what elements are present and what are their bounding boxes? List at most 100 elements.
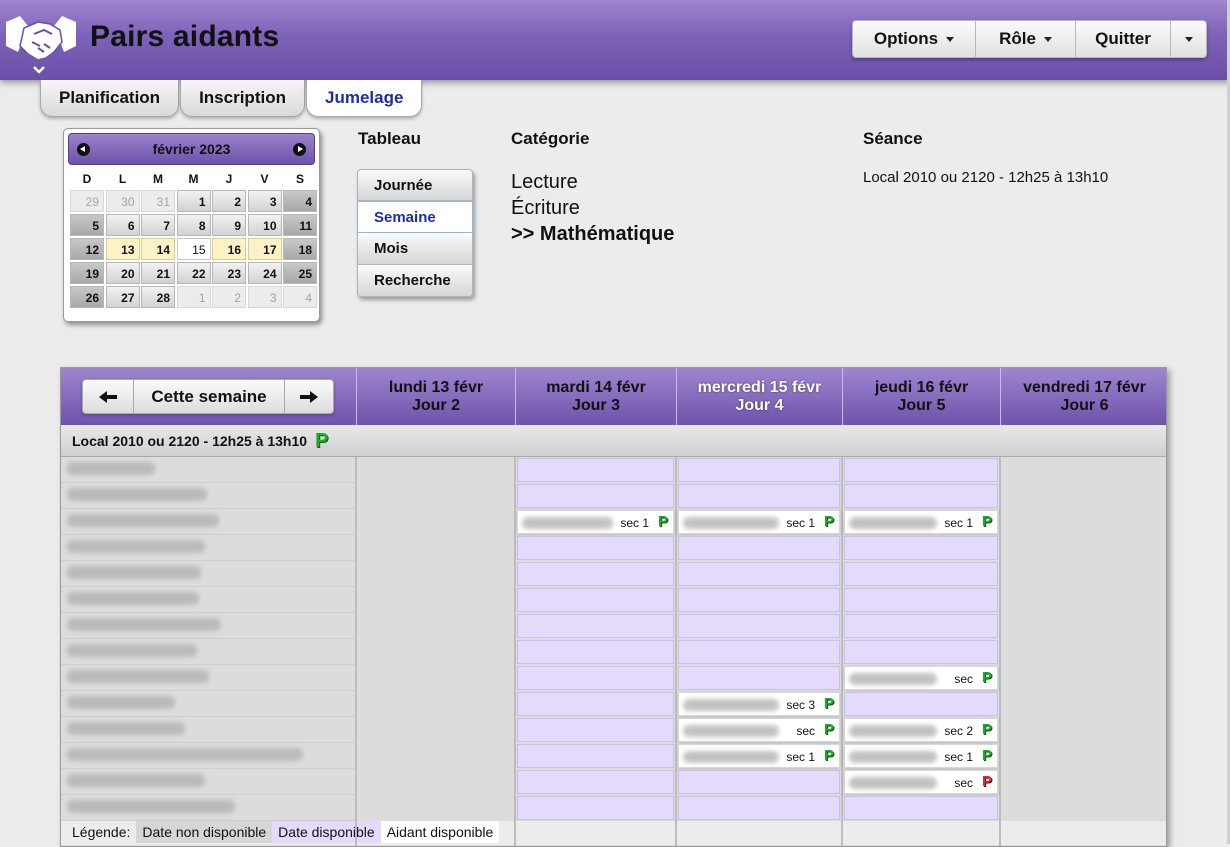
calendar-day[interactable]: 30 xyxy=(105,190,140,212)
available-slot[interactable] xyxy=(517,744,674,768)
day-column-header[interactable]: mercredi 15 févr Jour 4 xyxy=(676,368,842,425)
day-column-header[interactable]: jeudi 16 févr Jour 5 xyxy=(842,368,1000,425)
tab-jumelage[interactable]: Jumelage xyxy=(305,80,423,117)
p-badge-icon[interactable]: P xyxy=(982,721,992,738)
available-slot[interactable] xyxy=(678,588,840,612)
calendar-day[interactable]: 29 xyxy=(70,190,104,212)
available-slot[interactable] xyxy=(517,614,674,638)
available-slot[interactable] xyxy=(678,536,840,560)
p-badge-icon[interactable]: P xyxy=(315,431,328,451)
calendar-day[interactable]: 6 xyxy=(105,214,140,236)
seance-value[interactable]: Local 2010 ou 2120 - 12h25 à 13h10 xyxy=(863,169,1108,186)
calendar-day[interactable]: 31 xyxy=(141,190,175,212)
p-badge-icon[interactable]: P xyxy=(982,669,992,686)
tab-planification[interactable]: Planification xyxy=(40,80,180,117)
available-slot[interactable] xyxy=(678,770,840,794)
assigned-slot[interactable]: sec 3 P xyxy=(678,692,840,716)
calendar-day[interactable]: 18 xyxy=(283,238,317,260)
available-slot[interactable] xyxy=(517,562,674,586)
calendar-day[interactable]: 13 xyxy=(105,238,140,260)
helper-row[interactable] xyxy=(61,795,356,821)
calendar-day[interactable]: 22 xyxy=(176,262,211,284)
calendar-day[interactable]: 9 xyxy=(212,214,246,236)
calendar-day[interactable]: 16 xyxy=(212,238,246,260)
assigned-slot[interactable]: sec P xyxy=(678,718,840,742)
helper-row[interactable] xyxy=(61,457,356,483)
calendar-day[interactable]: 24 xyxy=(247,262,282,284)
calendar-day[interactable]: 2 xyxy=(212,190,246,212)
available-slot[interactable] xyxy=(517,536,674,560)
available-slot[interactable] xyxy=(517,770,674,794)
calendar-day[interactable]: 26 xyxy=(70,286,104,308)
available-slot[interactable] xyxy=(678,562,840,586)
calendar-day[interactable]: 11 xyxy=(283,214,317,236)
calendar-day[interactable]: 7 xyxy=(141,214,175,236)
calendar-day[interactable]: 5 xyxy=(70,214,104,236)
available-slot[interactable] xyxy=(517,796,674,820)
calendar-day[interactable]: 14 xyxy=(141,238,175,260)
day-column-header[interactable]: vendredi 17 févr Jour 6 xyxy=(1000,368,1166,425)
available-slot[interactable] xyxy=(678,640,840,664)
calendar-day[interactable]: 15 xyxy=(176,238,211,260)
helper-row[interactable] xyxy=(61,717,356,743)
calendar-day[interactable]: 3 xyxy=(247,286,282,308)
available-slot[interactable] xyxy=(678,484,840,508)
available-slot[interactable] xyxy=(844,484,998,508)
available-slot[interactable] xyxy=(678,458,840,482)
calendar-day[interactable]: 2 xyxy=(212,286,246,308)
p-badge-icon[interactable]: P xyxy=(982,747,992,764)
calendar-day[interactable]: 8 xyxy=(176,214,211,236)
helper-row[interactable] xyxy=(61,535,356,561)
available-slot[interactable] xyxy=(844,458,998,482)
calendar-day[interactable]: 28 xyxy=(141,286,175,308)
available-slot[interactable] xyxy=(844,536,998,560)
quit-button[interactable]: Quitter xyxy=(1076,20,1171,58)
chevron-down-icon[interactable] xyxy=(31,64,47,76)
calendar-day[interactable]: 21 xyxy=(141,262,175,284)
category-mathematique[interactable]: >> Mathématique xyxy=(511,221,674,247)
calendar-day[interactable]: 20 xyxy=(105,262,140,284)
helper-row[interactable] xyxy=(61,561,356,587)
assigned-slot[interactable]: sec P xyxy=(844,770,998,794)
quit-dropdown-button[interactable] xyxy=(1171,20,1207,58)
p-badge-icon[interactable]: P xyxy=(982,773,992,790)
day-column-header[interactable]: mardi 14 févr Jour 3 xyxy=(515,368,676,425)
this-week-button[interactable]: Cette semaine xyxy=(134,379,285,414)
available-slot[interactable] xyxy=(844,588,998,612)
calendar-day[interactable]: 4 xyxy=(283,286,317,308)
available-slot[interactable] xyxy=(517,692,674,716)
helper-row[interactable] xyxy=(61,509,356,535)
calendar-day[interactable]: 17 xyxy=(247,238,282,260)
calendar-day[interactable]: 1 xyxy=(176,286,211,308)
category-ecriture[interactable]: Écriture xyxy=(511,195,674,221)
p-badge-icon[interactable]: P xyxy=(824,721,834,738)
calendar-day[interactable]: 4 xyxy=(283,190,317,212)
available-slot[interactable] xyxy=(678,666,840,690)
calendar-day[interactable]: 12 xyxy=(70,238,104,260)
helper-row[interactable] xyxy=(61,587,356,613)
p-badge-icon[interactable]: P xyxy=(658,513,668,530)
role-menu-button[interactable]: Rôle xyxy=(976,20,1076,58)
available-slot[interactable] xyxy=(844,692,998,716)
assigned-slot[interactable]: sec 2 P xyxy=(844,718,998,742)
next-week-button[interactable] xyxy=(285,379,334,414)
available-slot[interactable] xyxy=(844,640,998,664)
assigned-slot[interactable]: sec 1 P xyxy=(844,744,998,768)
available-slot[interactable] xyxy=(844,796,998,820)
view-recherche-button[interactable]: Recherche xyxy=(357,265,473,297)
assigned-slot[interactable]: sec 1 P xyxy=(678,510,840,534)
available-slot[interactable] xyxy=(517,718,674,742)
calendar-day[interactable]: 23 xyxy=(212,262,246,284)
calendar-day[interactable]: 25 xyxy=(283,262,317,284)
calendar-day[interactable]: 19 xyxy=(70,262,104,284)
calendar-day[interactable]: 27 xyxy=(105,286,140,308)
available-slot[interactable] xyxy=(517,640,674,664)
helper-row[interactable] xyxy=(61,769,356,795)
available-slot[interactable] xyxy=(678,614,840,638)
tab-inscription[interactable]: Inscription xyxy=(180,80,305,117)
helper-row[interactable] xyxy=(61,613,356,639)
prev-month-icon[interactable] xyxy=(77,142,90,156)
available-slot[interactable] xyxy=(517,588,674,612)
calendar-day[interactable]: 1 xyxy=(176,190,211,212)
available-slot[interactable] xyxy=(517,484,674,508)
